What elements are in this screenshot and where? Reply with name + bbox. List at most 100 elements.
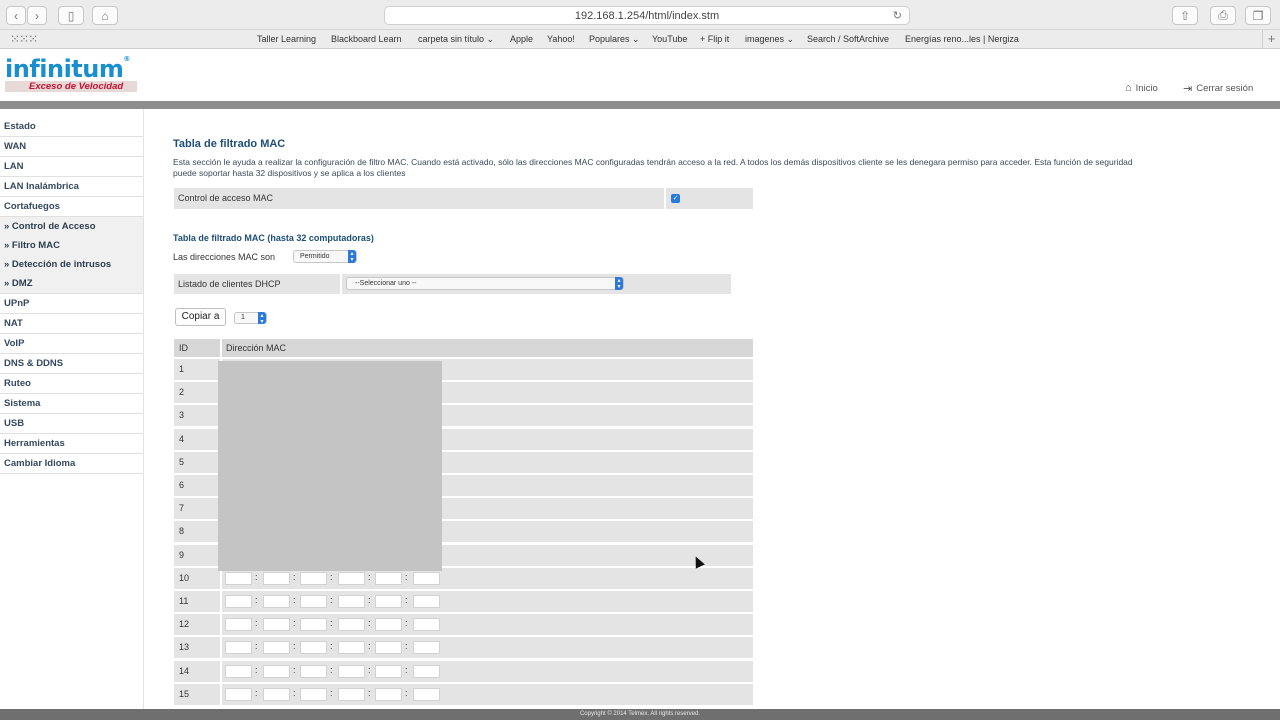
sidebar-item-herramientas[interactable]: Herramientas — [0, 434, 144, 454]
mac-octet-input[interactable] — [338, 664, 365, 678]
bookmark-item[interactable]: YouTube — [652, 34, 687, 44]
mac-octet-input[interactable] — [413, 571, 440, 585]
mac-octet-input[interactable] — [413, 595, 440, 608]
mac-octet-input[interactable] — [413, 618, 440, 632]
mac-octet-input[interactable] — [375, 571, 402, 585]
mac-octet-input[interactable] — [338, 618, 365, 632]
mac-octet-input[interactable] — [413, 687, 440, 701]
cell-divider — [220, 637, 222, 659]
sidebar-item-lan[interactable]: LAN — [0, 157, 144, 177]
home-link[interactable]: ⌂ Inicio — [1125, 82, 1158, 94]
mac-octet-input[interactable] — [225, 641, 252, 655]
mac-octet-input[interactable] — [263, 571, 290, 585]
mac-octet-input[interactable] — [375, 618, 402, 632]
tabs-overview-icon[interactable]: ❐ — [1245, 6, 1271, 25]
grid-icon[interactable]: ⁙⁙⁙ — [10, 32, 38, 46]
bookmark-item[interactable]: Populares ⌄ — [589, 34, 640, 45]
bookmark-item[interactable]: Blackboard Learn — [331, 34, 402, 44]
bookmark-item[interactable]: Taller Learning — [257, 34, 316, 44]
octet-separator: : — [368, 595, 371, 605]
cell-divider — [340, 274, 342, 294]
mac-octet-input[interactable] — [225, 664, 252, 678]
bookmark-item[interactable]: + Flip it — [700, 34, 729, 44]
mac-octet-input[interactable] — [300, 595, 327, 608]
mac-octet-input[interactable] — [300, 641, 327, 655]
mac-octet-input[interactable] — [375, 641, 402, 655]
footer-copyright: Copyright © 2014 Telmex. All rights rese… — [0, 709, 1280, 720]
mac-octet-input[interactable] — [263, 664, 290, 678]
row-id: 2 — [179, 387, 185, 398]
sidebar-item-lan-inalambrica[interactable]: LAN Inalámbrica — [0, 177, 144, 197]
main-content: Tabla de filtrado MAC Esta sección le ay… — [144, 109, 1280, 709]
mac-octet-input[interactable] — [263, 687, 290, 701]
logo: infinitum® — [5, 55, 130, 83]
logout-link[interactable]: ⇥ Cerrar sesión — [1183, 82, 1253, 95]
mac-mode-select[interactable]: Permitido ▴ ▾ — [293, 250, 357, 263]
mac-octet-input[interactable] — [338, 595, 365, 608]
octet-separator: : — [330, 664, 333, 675]
sidebar-item-upnp[interactable]: UPnP — [0, 294, 144, 314]
table-row: 15::::: — [174, 683, 753, 705]
sidebar-item-dmz[interactable]: » DMZ — [0, 274, 144, 294]
mac-octet-input[interactable] — [413, 664, 440, 678]
octet-separator: : — [255, 595, 258, 605]
new-tab-icon[interactable]: + — [1262, 30, 1280, 48]
mac-octet-input[interactable] — [263, 618, 290, 632]
mac-octet-input[interactable] — [225, 618, 252, 632]
mac-octet-input[interactable] — [375, 664, 402, 678]
reload-icon[interactable]: ↻ — [893, 9, 902, 22]
dhcp-label: Listado de clientes DHCP — [178, 279, 281, 289]
sidebar-item-deteccion-intrusos[interactable]: » Detección de intrusos — [0, 255, 144, 275]
mac-octet-input[interactable] — [225, 687, 252, 701]
sidebar-item-cortafuegos[interactable]: Cortafuegos — [0, 197, 144, 217]
sidebar-item-estado[interactable]: Estado — [0, 117, 144, 137]
sidebar-item-control-acceso[interactable]: » Control de Acceso — [0, 217, 144, 237]
table-header: ID Dirección MAC — [174, 339, 753, 357]
mac-octet-input[interactable] — [375, 687, 402, 701]
octet-separator: : — [405, 595, 408, 605]
print-icon[interactable]: ⎙ — [1210, 6, 1236, 25]
copy-to-button[interactable]: Copiar a — [175, 308, 226, 326]
bookmark-item[interactable]: Search / SoftArchive — [807, 34, 889, 44]
sidebar-item-voip[interactable]: VoIP — [0, 334, 144, 354]
bookmark-item[interactable]: carpeta sin título ⌄ — [418, 34, 494, 45]
mac-octet-input[interactable] — [300, 618, 327, 632]
row-id: 3 — [179, 410, 185, 421]
mac-octet-input[interactable] — [300, 664, 327, 678]
sidebar-item-usb[interactable]: USB — [0, 414, 144, 434]
bookmark-item[interactable]: imagenes ⌄ — [745, 34, 794, 45]
sidebar-item-cambiar-idioma[interactable]: Cambiar Idioma — [0, 454, 144, 474]
row-id: 5 — [179, 456, 185, 467]
address-bar[interactable]: 192.168.1.254/html/index.stm ↻ — [384, 6, 910, 25]
mac-octet-input[interactable] — [225, 595, 252, 608]
bookmark-item[interactable]: Yahoo! — [547, 34, 575, 44]
mac-octet-input[interactable] — [225, 571, 252, 585]
sidebar-item-sistema[interactable]: Sistema — [0, 394, 144, 414]
forward-button[interactable]: › — [27, 6, 47, 25]
cell-divider — [220, 614, 222, 636]
sidebar-toggle-icon[interactable]: ▯ — [58, 6, 84, 25]
mac-octet-input[interactable] — [300, 571, 327, 585]
mac-octet-input[interactable] — [263, 595, 290, 608]
header-mac: Dirección MAC — [226, 343, 287, 353]
sidebar-item-nat[interactable]: NAT — [0, 314, 144, 334]
bookmark-item[interactable]: Apple — [510, 34, 533, 44]
mac-octet-input[interactable] — [300, 687, 327, 701]
back-button[interactable]: ‹ — [6, 6, 26, 25]
share-icon[interactable]: ⇧ — [1172, 6, 1198, 25]
mac-access-checkbox[interactable]: ✓ — [671, 194, 680, 203]
home-icon[interactable]: ⌂ — [92, 6, 118, 25]
mac-octet-input[interactable] — [338, 641, 365, 655]
dhcp-client-select[interactable]: --Seleccionar uno -- ▴ ▾ — [346, 277, 624, 290]
mac-octet-input[interactable] — [338, 687, 365, 701]
bookmark-item[interactable]: Energías reno...les | Nergiza — [905, 34, 1019, 44]
sidebar-item-dns-ddns[interactable]: DNS & DDNS — [0, 354, 144, 374]
mac-octet-input[interactable] — [263, 641, 290, 655]
copy-target-select[interactable]: 1 ▴ ▾ — [234, 312, 267, 325]
mac-octet-input[interactable] — [375, 595, 402, 608]
mac-octet-input[interactable] — [338, 571, 365, 585]
sidebar-item-ruteo[interactable]: Ruteo — [0, 374, 144, 394]
sidebar-item-wan[interactable]: WAN — [0, 137, 144, 157]
mac-octet-input[interactable] — [413, 641, 440, 655]
sidebar-item-filtro-mac[interactable]: » Filtro MAC — [0, 236, 144, 256]
